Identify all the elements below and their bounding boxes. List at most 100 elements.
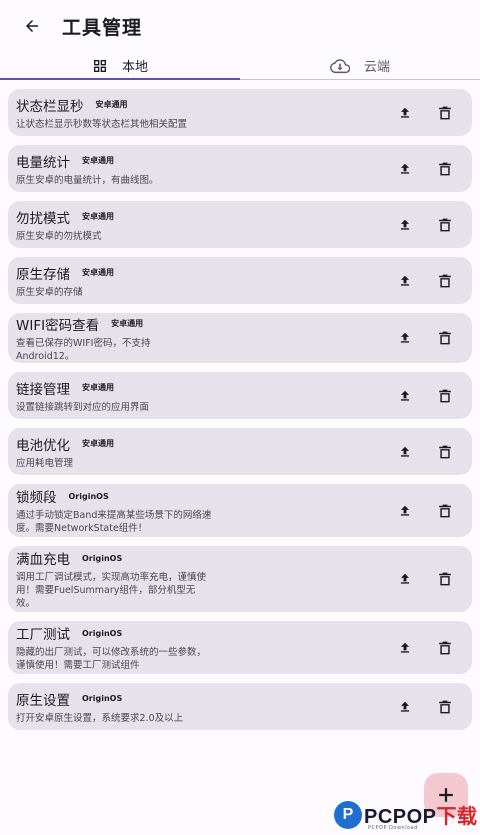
tool-card[interactable]: 状态栏显秒 安卓通用 让状态栏显示秒数等状态栏其他相关配置: [8, 89, 472, 136]
delete-button[interactable]: [436, 387, 454, 405]
tool-tag: 安卓通用: [82, 383, 114, 392]
tool-name: 工厂测试: [16, 627, 70, 643]
tool-desc: 查看已保存的WIFI密码，不支持Android12。: [16, 337, 151, 362]
delete-button[interactable]: [436, 639, 454, 657]
tool-card[interactable]: 锁频段 OriginOS 通过手动锁定Band来提高某些场景下的网络速度。需要Ne…: [8, 484, 472, 537]
upload-icon: [400, 275, 410, 286]
delete-button[interactable]: [436, 570, 454, 588]
delete-button[interactable]: [436, 443, 454, 461]
tool-tag: 安卓通用: [82, 268, 114, 277]
tool-name: 电量统计: [16, 154, 70, 171]
tool-tag: 安卓通用: [82, 439, 114, 448]
tab-cloud[interactable]: 云端: [240, 52, 480, 80]
watermark-brand-red: 下载: [436, 806, 478, 828]
trash-icon: [439, 106, 451, 119]
page-title: 工具管理: [62, 16, 143, 39]
upload-icon: [400, 390, 410, 401]
delete-button[interactable]: [436, 502, 454, 520]
cloud-download-icon: [330, 58, 350, 73]
tool-tag: OriginOS: [82, 628, 123, 638]
delete-button[interactable]: [436, 698, 454, 716]
tool-name: 电池优化: [16, 437, 70, 454]
upload-icon: [400, 163, 410, 174]
tool-desc: 隐藏的出厂测试，可以修改系统的一些参数，谨慎使用！需要工厂测试组件: [16, 647, 207, 671]
upload-icon: [400, 107, 410, 118]
tool-desc: 让状态栏显示秒数等状态栏其他相关配置: [16, 118, 188, 130]
upload-button[interactable]: [396, 216, 414, 234]
tool-name: 满血充电: [16, 552, 70, 568]
tool-card[interactable]: WIFI密码查看 安卓通用 查看已保存的WIFI密码，不支持Android12。: [8, 313, 472, 363]
tool-name: 锁频段: [16, 490, 57, 506]
delete-button[interactable]: [436, 216, 454, 234]
trash-icon: [439, 504, 451, 517]
tool-desc: 应用耗电管理: [16, 457, 74, 469]
upload-icon: [400, 573, 410, 584]
upload-button[interactable]: [396, 329, 414, 347]
upload-button[interactable]: [396, 160, 414, 178]
delete-button[interactable]: [436, 329, 454, 347]
upload-button[interactable]: [396, 502, 414, 520]
upload-icon: [400, 701, 410, 712]
trash-icon: [439, 331, 451, 345]
delete-button[interactable]: [436, 160, 454, 178]
grid-icon: [93, 59, 106, 72]
upload-button[interactable]: [396, 387, 414, 405]
upload-button[interactable]: [396, 272, 414, 290]
tool-card[interactable]: 满血充电 OriginOS 调用工厂调试模式，实现高功率充电，谨慎使用！需要Fue…: [8, 546, 472, 612]
tool-name: 链接管理: [16, 381, 70, 398]
tool-card[interactable]: 电量统计 安卓通用 原生安卓的电量统计，有曲线图。: [8, 145, 472, 192]
watermark-logo: P: [334, 800, 362, 829]
arrow-left-icon: [26, 20, 38, 32]
upload-button[interactable]: [396, 698, 414, 716]
tool-name: 原生设置: [16, 692, 70, 709]
tool-desc: 调用工厂调试模式，实现高功率充电，谨慎使用！需要FuelSummary组件，部分…: [16, 572, 207, 609]
upload-button[interactable]: [396, 639, 414, 657]
tool-desc: 打开安卓原生设置，系统要求2.0及以上: [16, 712, 184, 724]
tool-tag: 安卓通用: [111, 319, 144, 328]
tool-name: 状态栏显秒: [16, 98, 84, 115]
trash-icon: [439, 274, 451, 287]
tool-tag: 安卓通用: [82, 212, 114, 221]
tab-local-label: 本地: [121, 60, 148, 75]
tool-desc: 设置链接跳转到对应的应用界面: [16, 401, 150, 413]
tool-name: WIFI密码查看: [16, 317, 100, 334]
tool-desc: 原生安卓的勿扰模式: [16, 230, 102, 242]
back-button[interactable]: [18, 12, 46, 40]
delete-button[interactable]: [436, 272, 454, 290]
tool-card[interactable]: 原生存储 安卓通用 原生安卓的存储: [8, 257, 472, 304]
trash-icon: [439, 445, 451, 458]
tab-cloud-label: 云端: [363, 60, 390, 75]
tool-tag: OriginOS: [68, 491, 109, 501]
upload-button[interactable]: [396, 570, 414, 588]
trash-icon: [439, 218, 451, 231]
trash-icon: [439, 700, 451, 713]
delete-button[interactable]: [436, 104, 454, 122]
tool-tag: OriginOS: [82, 553, 123, 563]
tool-card[interactable]: 电池优化 安卓通用 应用耗电管理: [8, 428, 472, 475]
tool-name: 勿扰模式: [16, 210, 70, 227]
tool-tag: 安卓通用: [95, 100, 128, 109]
tool-tag: OriginOS: [82, 694, 123, 703]
tool-list: 状态栏显秒 安卓通用 让状态栏显示秒数等状态栏其他相关配置 电量统计 安卓通用 原生…: [0, 80, 480, 730]
tab-local[interactable]: 本地: [0, 52, 240, 80]
upload-icon: [400, 332, 410, 343]
upload-icon: [400, 219, 410, 230]
tool-card[interactable]: 工厂测试 OriginOS 隐藏的出厂测试，可以修改系统的一些参数，谨慎使用！需要…: [8, 621, 472, 674]
watermark: P PCPOP下载 PCPOP Download: [334, 800, 478, 831]
app-bar: 工具管理: [0, 0, 480, 52]
upload-icon: [400, 505, 410, 516]
tool-desc: 通过手动锁定Band来提高某些场景下的网络速度。需要NetworkState组件…: [16, 510, 212, 534]
tool-desc: 原生安卓的电量统计，有曲线图。: [16, 174, 159, 186]
tool-card[interactable]: 链接管理 安卓通用 设置链接跳转到对应的应用界面: [8, 372, 472, 419]
trash-icon: [439, 389, 451, 402]
upload-button[interactable]: [396, 104, 414, 122]
tool-card[interactable]: 原生设置 OriginOS 打开安卓原生设置，系统要求2.0及以上: [8, 683, 472, 730]
tool-card[interactable]: 勿扰模式 安卓通用 原生安卓的勿扰模式: [8, 201, 472, 248]
upload-icon: [400, 446, 410, 457]
upload-icon: [400, 642, 410, 653]
tool-tag: 安卓通用: [82, 156, 114, 165]
watermark-subtitle: PCPOP Download: [368, 825, 418, 831]
upload-button[interactable]: [396, 443, 414, 461]
trash-icon: [439, 641, 451, 654]
trash-icon: [439, 572, 451, 586]
